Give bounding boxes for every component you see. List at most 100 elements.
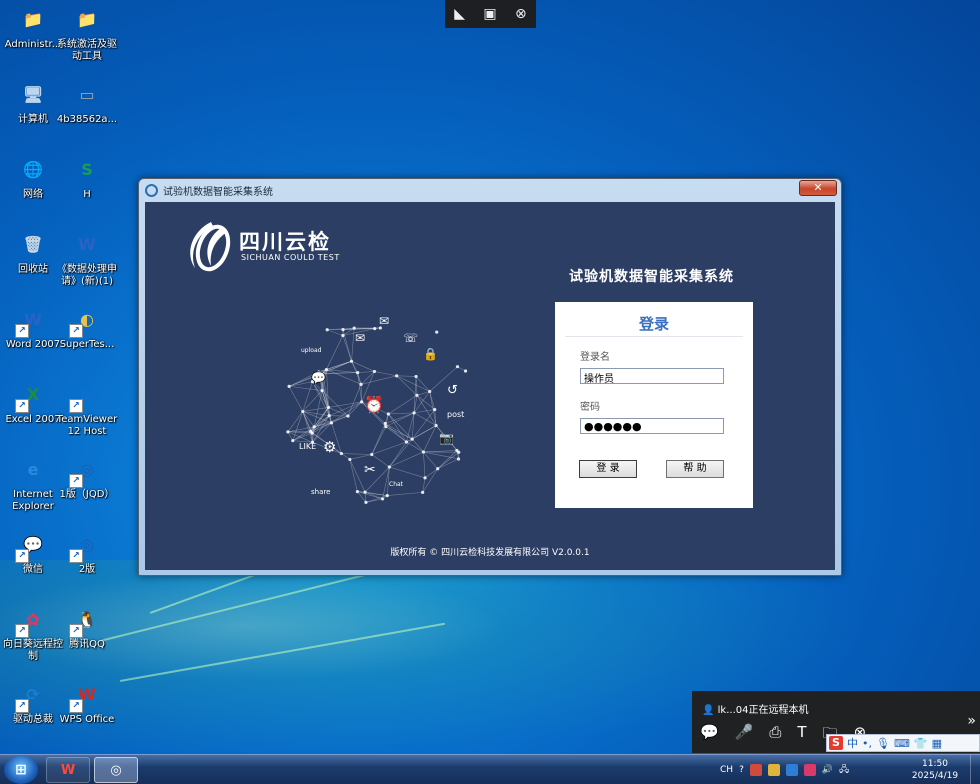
desktop-icon-image: 🖥 xyxy=(22,85,44,104)
globe-link xyxy=(423,451,426,478)
desktop-icon-label: 《数据处理申请》(新)(1) xyxy=(57,264,117,287)
wallpaper-streak xyxy=(119,622,446,682)
text-icon[interactable]: T xyxy=(797,723,806,748)
system-tray: CH ? 🔊 🖧 xyxy=(720,755,849,784)
desktop-icon[interactable]: W 《数据处理申请》(新)(1) xyxy=(56,229,118,288)
window-titlebar[interactable]: 试验机数据智能采集系统 ✕ xyxy=(139,179,841,201)
globe-node xyxy=(435,330,439,334)
clock[interactable]: 11:50 2025/4/19 xyxy=(908,758,962,782)
microphone-icon[interactable]: 🎤 xyxy=(735,723,754,748)
screenshot-icon[interactable]: ⎙ xyxy=(769,723,781,748)
taskbar-wps-icon[interactable]: W xyxy=(46,757,90,783)
skin-icon[interactable]: 👕 xyxy=(914,737,928,750)
password-label: 密码 xyxy=(580,402,600,413)
remote-status: 👤 lk...04正在远程本机 xyxy=(702,701,808,716)
desktop-icon[interactable]: ▭ 4b38562a... xyxy=(56,79,118,126)
desktop-icon-image: ⟳ xyxy=(15,679,49,713)
globe-node xyxy=(359,382,363,386)
globe-link xyxy=(289,381,313,387)
desktop-icon[interactable]: e Internet Explorer xyxy=(2,454,64,513)
help-button[interactable]: 帮 助 xyxy=(666,460,724,478)
globe-link xyxy=(396,375,418,396)
refresh-icon: ↺ xyxy=(447,383,458,398)
globe-link xyxy=(415,376,430,392)
desktop-icon[interactable]: ◎2版 xyxy=(56,529,118,576)
ime-language[interactable]: 中 xyxy=(847,735,858,751)
logo-mark-icon xyxy=(190,222,231,272)
sogou-logo-icon[interactable]: S xyxy=(829,736,843,750)
globe-link xyxy=(360,371,375,385)
username-field[interactable]: 操作员 xyxy=(580,368,724,385)
mail-icon: ✉ xyxy=(379,314,389,328)
tray-app-icon[interactable] xyxy=(803,764,816,776)
login-heading: 登录 xyxy=(638,315,669,333)
tray-app-icon[interactable] xyxy=(767,764,780,776)
volume-icon[interactable]: 🔊 xyxy=(822,765,833,775)
globe-node xyxy=(373,326,377,331)
desktop-icon[interactable]: 🐧腾讯QQ xyxy=(56,604,118,651)
network-icon[interactable]: 🖧 xyxy=(839,762,849,778)
login-button[interactable]: 登 录 xyxy=(579,460,637,478)
punctuation-icon[interactable]: •, xyxy=(862,737,872,750)
close-icon[interactable]: ⊗ xyxy=(515,6,527,22)
screen-icon[interactable]: ▣ xyxy=(483,6,496,22)
desktop-icon[interactable]: ⇆TeamViewer 12 Host xyxy=(56,379,118,438)
globe-link xyxy=(414,409,435,414)
desktop-icon[interactable]: 🖥 计算机 xyxy=(2,79,64,126)
like-icon: LIKE xyxy=(299,442,316,451)
globe-node xyxy=(312,425,316,429)
grid-icon[interactable]: ▦ xyxy=(932,737,942,750)
globe-link xyxy=(385,426,413,440)
desktop-icon[interactable]: SH xyxy=(56,154,118,201)
show-desktop-button[interactable] xyxy=(970,755,980,784)
globe-node xyxy=(404,440,409,444)
globe-node xyxy=(410,437,414,441)
user-icon: 👤 xyxy=(702,705,715,716)
desktop-icon[interactable]: 🌐 网络 xyxy=(2,154,64,201)
tray-app-icon[interactable] xyxy=(785,764,798,776)
globe-node xyxy=(415,393,419,397)
desktop-icon-image: ◐ xyxy=(69,304,103,338)
start-button[interactable]: ⊞ xyxy=(4,756,38,784)
globe-link xyxy=(357,371,375,373)
desktop-icon-image: ▭ xyxy=(79,85,95,104)
desktop-icon[interactable]: 💬微信 xyxy=(2,529,64,576)
desktop-icon[interactable]: WWord 2007 xyxy=(2,304,64,351)
desktop-icon[interactable]: ⟳驱动总裁 xyxy=(2,679,64,726)
desktop-icon-label: TeamViewer 12 Host xyxy=(56,414,118,437)
tray-app-icon[interactable] xyxy=(749,764,762,776)
globe-node xyxy=(456,457,461,461)
globe-link xyxy=(289,386,323,391)
globe-node xyxy=(414,374,418,379)
password-field[interactable]: ●●●●●● xyxy=(580,418,724,434)
desktop-icon-label: 微信 xyxy=(23,564,43,575)
taskbar-app-icon[interactable]: ◎ xyxy=(94,757,138,783)
desktop-icon-image: ⇆ xyxy=(69,379,103,413)
gear-icon: ⚙ xyxy=(323,438,336,456)
help-icon[interactable]: ? xyxy=(739,765,744,775)
pointer-icon[interactable]: ◣ xyxy=(454,6,465,22)
globe-link xyxy=(389,466,426,479)
globe-link xyxy=(396,375,417,377)
desktop-icon[interactable]: 🗑 回收站 xyxy=(2,229,64,276)
globe-link xyxy=(302,390,323,412)
keyboard-icon[interactable]: ⌨ xyxy=(894,737,910,750)
globe-node xyxy=(360,400,364,404)
globe-link xyxy=(341,453,372,455)
desktop-icon[interactable]: ◎1版（JQD） xyxy=(56,454,118,501)
tray-language[interactable]: CH xyxy=(720,765,733,775)
expand-panel-button[interactable]: » xyxy=(967,713,976,729)
window-close-button[interactable]: ✕ xyxy=(799,180,837,196)
desktop-icon[interactable]: ✿向日葵远程控制 xyxy=(2,604,64,663)
desktop-icon[interactable]: XExcel 2007 xyxy=(2,379,64,426)
desktop-icon[interactable]: ◐SuperTes... xyxy=(56,304,118,351)
desktop-icon-image: 📁 xyxy=(77,10,97,29)
desktop-icon[interactable]: 📁 系统激活及驱动工具 xyxy=(56,4,118,63)
microphone-icon[interactable]: 🎙 xyxy=(876,737,890,750)
desktop-icon[interactable]: WWPS Office xyxy=(56,679,118,726)
envelope-icon: ✉ xyxy=(355,331,365,345)
globe-node xyxy=(421,450,425,454)
desktop-icon-image: W xyxy=(78,235,96,254)
chat-icon[interactable]: 💬 xyxy=(700,723,719,748)
desktop-icon[interactable]: 📁 Administr... xyxy=(2,4,64,51)
